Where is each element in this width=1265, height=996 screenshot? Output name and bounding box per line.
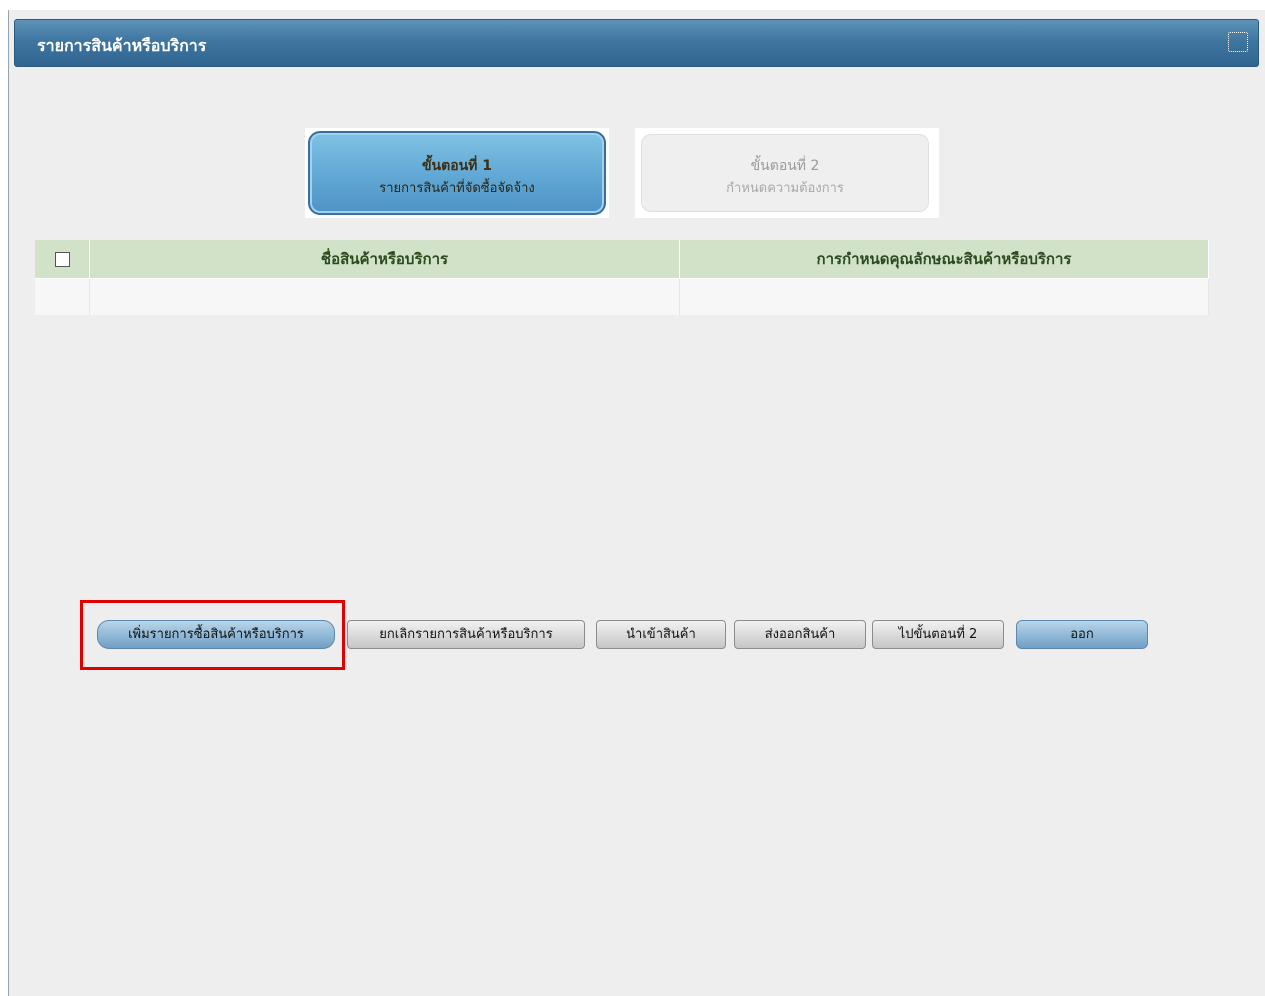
step-1-tab[interactable]: ขั้นตอนที่ 1 รายการสินค้าที่จัดซื้อจัดจ้…: [308, 131, 606, 215]
window-titlebar: รายการสินค้าหรือบริการ: [14, 19, 1259, 67]
table-cell: [679, 278, 1209, 315]
select-all-header: [35, 240, 90, 279]
export-button[interactable]: ส่งออกสินค้า: [734, 620, 866, 649]
column-header-name: ชื่อสินค้าหรือบริการ: [89, 240, 680, 279]
table-cell: [35, 278, 90, 315]
select-all-checkbox[interactable]: [54, 252, 70, 267]
maximize-icon[interactable]: [1228, 32, 1248, 52]
table-header-row: ชื่อสินค้าหรือบริการ การกำหนดคุณลักษณะสิ…: [35, 240, 1209, 279]
step-2-tab[interactable]: ขั้นตอนที่ 2 กำหนดความต้องการ: [641, 134, 929, 212]
step-1-label: รายการสินค้าที่จัดซื้อจัดจ้าง: [379, 181, 535, 196]
import-button[interactable]: นำเข้าสินค้า: [596, 620, 726, 649]
next-step-button[interactable]: ไปขั้นตอนที่ 2: [872, 620, 1004, 649]
column-header-spec: การกำหนดคุณลักษณะสินค้าหรือบริการ: [679, 240, 1209, 279]
top-strip: [0, 0, 1265, 6]
items-table: ชื่อสินค้าหรือบริการ การกำหนดคุณลักษณะสิ…: [35, 240, 1209, 315]
table-row-empty: [35, 278, 1209, 315]
table-cell: [89, 278, 680, 315]
highlight-box: [80, 600, 345, 670]
step-2-label: กำหนดความต้องการ: [726, 181, 844, 196]
step-2-number: ขั้นตอนที่ 2: [750, 158, 820, 174]
step-1-number: ขั้นตอนที่ 1: [421, 158, 493, 174]
exit-button[interactable]: ออก: [1016, 620, 1148, 649]
window-title: รายการสินค้าหรือบริการ: [37, 36, 207, 55]
cancel-item-button[interactable]: ยกเลิกรายการสินค้าหรือบริการ: [347, 620, 585, 649]
